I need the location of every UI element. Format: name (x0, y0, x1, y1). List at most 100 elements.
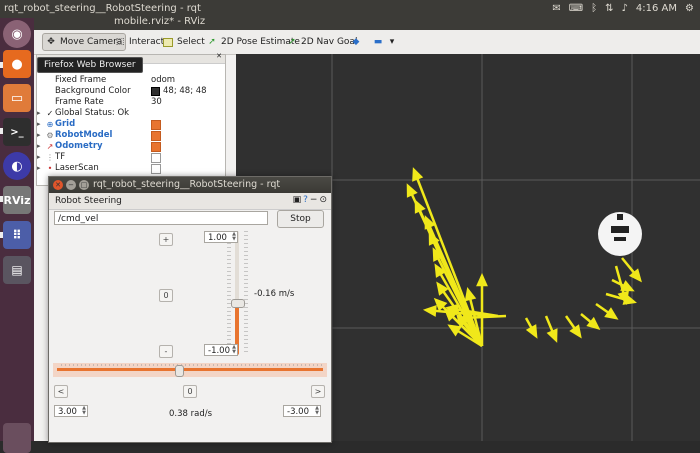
angular-slider[interactable] (53, 363, 327, 377)
steering-title: rqt_robot_steering__RobotSteering - rqt (93, 179, 281, 190)
gear-icon[interactable]: ⚙ (685, 3, 694, 14)
linear-slider-track[interactable] (235, 231, 239, 355)
minus-icon[interactable]: − (310, 195, 318, 205)
terminal-icon[interactable]: >_ (3, 118, 31, 146)
clock[interactable]: 4:16 AM (636, 3, 677, 14)
expand-icon: ▸ (37, 109, 41, 117)
close-icon[interactable]: ✕ (216, 52, 222, 60)
angular-ruler (61, 364, 323, 366)
global-status-row[interactable]: ▸ ✓ Global Status: Ok (37, 108, 223, 119)
steering-titlebar: ✕ − □ rqt_robot_steering__RobotSteering … (49, 177, 331, 193)
volume-icon[interactable]: ♪ (622, 3, 628, 14)
plus-minus-icon: ▬ (373, 37, 383, 47)
max-linear-spinbox[interactable]: 1.00 ▲ ▼ (204, 231, 238, 243)
background-color-value[interactable]: 48; 48; 48 (163, 86, 207, 97)
linear-decrease-button[interactable]: - (159, 345, 173, 358)
enable-checkbox[interactable] (151, 130, 161, 141)
max-angular-spinbox[interactable]: 3.00 ▲ ▼ (54, 405, 88, 417)
laser-icon: • (47, 164, 53, 173)
robot-icon: ⚙ (46, 131, 54, 140)
spin-arrows-icon[interactable]: ▲ ▼ (82, 406, 86, 416)
topic-input[interactable]: /cmd_vel (54, 211, 268, 225)
window-title: rqt_robot_steering__RobotSteering - rqt (4, 3, 201, 14)
fixed-frame-value[interactable]: odom (151, 75, 175, 86)
odometry-arrow-head (447, 324, 462, 337)
dock-icon[interactable]: ▣ (293, 195, 302, 205)
background-color-label: Background Color (55, 86, 131, 96)
bluetooth-icon[interactable]: ᛒ (591, 3, 597, 14)
fixed-frame-label: Fixed Frame (55, 75, 107, 85)
close-icon[interactable]: ✕ (53, 180, 63, 190)
camera-icon: ✥ (47, 37, 55, 47)
firefox-icon[interactable]: ● (3, 50, 31, 78)
display-item-robotmodel[interactable]: ▸ ⚙ RobotModel (37, 130, 223, 141)
fixed-frame-row[interactable]: Fixed Frame odom (37, 75, 223, 86)
frame-rate-value[interactable]: 30 (151, 97, 162, 108)
keyboard-icon[interactable]: ⌨ (569, 3, 583, 14)
enable-checkbox[interactable] (151, 119, 161, 130)
angular-value-label: 0.38 rad/s (169, 409, 213, 419)
help-icon[interactable]: ? (303, 195, 308, 205)
enable-checkbox[interactable] (151, 152, 161, 163)
add-tool-button[interactable]: ▬ ▾ (370, 34, 400, 50)
apps-icon[interactable]: ⠿ (3, 221, 31, 249)
launcher: ◉ ● ▭ >_ ◐ RViz ⠿ ▤ (0, 18, 34, 453)
background-color-row[interactable]: Background Color 48; 48; 48 (37, 86, 223, 97)
firefox-tooltip: Firefox Web Browser (37, 57, 143, 73)
interact-button[interactable]: ⬚ Interact (112, 34, 167, 50)
dash-icon[interactable]: ◉ (3, 20, 31, 48)
trash-icon[interactable] (3, 423, 31, 453)
select-label: Select (177, 37, 205, 47)
running-indicator (0, 232, 3, 238)
display-item-grid[interactable]: ▸ ⊕ Grid (37, 119, 223, 130)
angular-right-button[interactable]: > (311, 385, 325, 398)
odometry-arrow-head (422, 305, 437, 317)
enable-checkbox[interactable] (151, 163, 161, 174)
spin-arrows-icon[interactable]: ▲ ▼ (232, 232, 236, 242)
top-panel: rqt_robot_steering__RobotSteering - rqt … (0, 0, 700, 18)
network-icon[interactable]: ⇅ (605, 3, 613, 14)
plugin-header: Robot Steering ▣ ? − ⊙ (49, 193, 331, 210)
rviz-icon[interactable]: RViz (3, 186, 31, 214)
maximize-icon[interactable]: □ (79, 180, 89, 190)
min-linear-spinbox[interactable]: -1.00 ▲ ▼ (204, 344, 238, 356)
plugin-header-icons: ▣ ? − ⊙ (293, 195, 327, 205)
publish-point-button[interactable]: ◆ (348, 34, 364, 50)
frame-rate-row[interactable]: Frame Rate 30 (37, 97, 223, 108)
display-item-odometry[interactable]: ▸ ↗ Odometry (37, 141, 223, 152)
odometry-arrow-head (464, 287, 477, 302)
odometry-arrow-head (476, 272, 488, 287)
angular-zero-button[interactable]: 0 (183, 385, 197, 398)
plugin-title: Robot Steering (55, 196, 122, 206)
spin-arrows-icon[interactable]: ▲ ▼ (315, 406, 319, 416)
linear-zero-button[interactable]: 0 (159, 289, 173, 302)
rviz-title: mobile.rviz* - RViz (114, 16, 206, 27)
enable-checkbox[interactable] (151, 141, 161, 152)
angular-slider-handle[interactable] (174, 365, 184, 377)
goal-arrow-icon: ➚ (288, 37, 296, 47)
window-icon[interactable]: ▤ (3, 256, 31, 284)
display-item-tf[interactable]: ▸ ⋮ TF (37, 152, 223, 163)
close-circle-icon[interactable]: ⊙ (319, 195, 327, 205)
linear-increase-button[interactable]: + (159, 233, 173, 246)
linear-slider-handle[interactable] (231, 298, 245, 308)
color-swatch[interactable] (151, 87, 160, 96)
spin-arrows-icon[interactable]: ▲ ▼ (232, 345, 236, 355)
odometry-arrows (406, 167, 642, 348)
angular-left-button[interactable]: < (54, 385, 68, 398)
mail-icon[interactable]: ✉ (552, 3, 560, 14)
display-item-laserscan[interactable]: ▸ • LaserScan (37, 163, 223, 174)
min-angular-spinbox[interactable]: -3.00 ▲ ▼ (283, 405, 321, 417)
files-icon[interactable]: ▭ (3, 84, 31, 112)
odometry-arrow-head (546, 328, 558, 343)
odometry-arrow-head (617, 290, 629, 305)
global-status-label: Global Status: Ok (55, 108, 130, 118)
odometry-arrow-head (414, 199, 426, 214)
minimize-icon[interactable]: − (66, 180, 76, 190)
select-button[interactable]: Select (160, 34, 208, 50)
max-angular-value: 3.00 (58, 407, 77, 417)
min-linear-value: -1.00 (208, 346, 230, 356)
eclipse-icon[interactable]: ◐ (3, 152, 31, 180)
stop-button[interactable]: Stop (277, 210, 324, 228)
expand-icon: ▸ (37, 131, 41, 139)
